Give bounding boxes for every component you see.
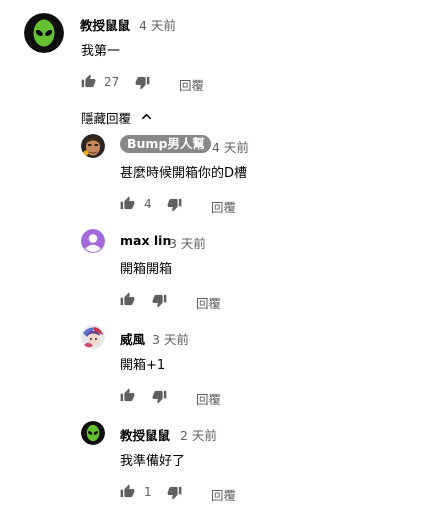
default-user-avatar-icon [81,229,105,253]
avatar[interactable] [24,13,64,53]
thumbs-down-icon[interactable] [167,485,182,500]
comment-text: 我第一 [81,44,121,59]
alien-avatar-icon [24,13,64,53]
thumbs-down-icon[interactable] [152,389,167,404]
comment-timestamp[interactable]: 4 天前 [139,15,176,34]
reply-author[interactable]: 威風 [120,329,145,348]
thumbs-down-icon[interactable] [167,197,182,212]
hide-replies-toggle[interactable]: 隱藏回覆 [81,108,161,126]
like-count: 4 [144,197,152,211]
chevron-up-icon [142,113,151,120]
reply-author[interactable]: max lin [120,233,171,248]
thumbs-up-icon[interactable] [120,196,135,211]
anime-avatar-icon [81,325,105,349]
avatar[interactable] [81,229,105,253]
thumbs-up-icon[interactable] [120,484,135,499]
avatar[interactable] [81,421,105,445]
thumbs-up-icon[interactable] [120,388,135,403]
avatar[interactable] [81,325,105,349]
comment-section: 教授鼠鼠 4 天前 我第一 27 回覆 隱藏回覆 Bump男人幫 4 天前 甚麼… [0,0,441,518]
reply-timestamp[interactable]: 3 天前 [152,329,189,348]
reply-button[interactable]: 回覆 [196,389,221,408]
reply-button[interactable]: 回覆 [179,75,204,94]
avatar[interactable] [81,134,105,158]
alien-avatar-icon [81,421,105,445]
reply-text: 我準備好了 [120,454,186,469]
reply-author[interactable]: 教授鼠鼠 [120,425,170,444]
reply-timestamp[interactable]: 2 天前 [180,425,217,444]
like-count: 27 [104,75,120,89]
reply-button[interactable]: 回覆 [211,485,236,504]
reply-text: 甚麼時候開箱你的D槽 [120,166,248,181]
hide-replies-label: 隱藏回覆 [81,111,132,126]
reply-timestamp[interactable]: 3 天前 [169,233,206,252]
thumbs-down-icon[interactable] [152,293,167,308]
reply-text: 開箱+1 [120,358,166,373]
comment-author[interactable]: 教授鼠鼠 [80,15,130,34]
reply-text: 開箱開箱 [120,262,173,277]
reply-timestamp[interactable]: 4 天前 [212,137,249,156]
thumbs-up-icon[interactable] [120,292,135,307]
like-count: 1 [144,485,152,499]
reply-button[interactable]: 回覆 [196,293,221,312]
reply-button[interactable]: 回覆 [211,197,236,216]
thumbs-up-icon[interactable] [81,74,96,89]
face-avatar-icon [81,134,105,158]
author-badge[interactable]: Bump男人幫 [120,135,211,153]
thumbs-down-icon[interactable] [135,75,150,90]
